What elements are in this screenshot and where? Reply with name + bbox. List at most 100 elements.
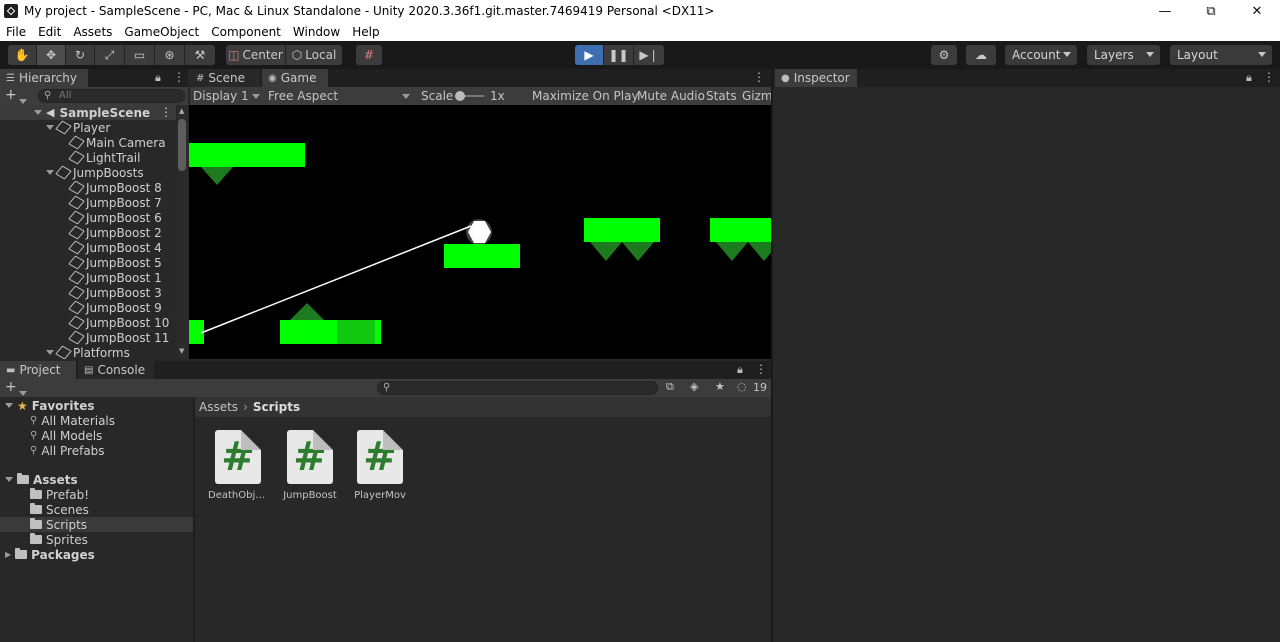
fold-arrow-icon[interactable] [34,110,42,115]
scroll-thumb[interactable] [178,119,186,171]
lock-icon[interactable]: 🔒︎ [737,363,743,377]
hierarchy-item[interactable]: JumpBoost 5 [0,255,162,270]
hand-tool-icon[interactable]: ✋ [8,45,37,65]
hierarchy-search-input[interactable]: ⚲ All [38,89,185,103]
lock-icon[interactable]: 🔒︎ [155,71,161,85]
gizmos-toggle[interactable]: Gizmos [740,87,771,105]
transform-tool-icon[interactable]: ⊛ [155,45,185,65]
folder-item-selected[interactable]: Scripts [0,517,193,532]
pivot-local-button[interactable]: ⬡ Local [286,45,342,65]
folder-item[interactable]: Scenes [0,502,193,517]
project-kebab-icon[interactable]: ⋮ [755,362,767,376]
game-viewport[interactable] [189,105,771,359]
add-icon[interactable]: + [5,87,17,103]
script-asset[interactable]: # JumpBoost [280,430,340,501]
aspect-dropdown[interactable]: Free Aspect [265,87,413,105]
tab-game[interactable]: ◉ Game [262,69,328,87]
hierarchy-item[interactable]: JumpBoost 11 [0,330,169,345]
tab-hierarchy[interactable]: ☰ Hierarchy [0,69,88,87]
menu-assets[interactable]: Assets [67,25,118,39]
step-button-icon[interactable]: ▶❘ [634,45,664,65]
script-asset[interactable]: # PlayerMov [350,430,410,501]
scene-kebab-icon[interactable]: ⋮ [160,105,172,119]
tab-scene[interactable]: # Scene [190,69,260,87]
packages-row[interactable]: ▶ Packages [0,547,95,562]
favorite-star-icon[interactable]: ★ [715,380,725,393]
rotate-tool-icon[interactable]: ↻ [66,45,95,65]
hierarchy-item[interactable]: JumpBoost 8 [0,180,162,195]
hierarchy-item[interactable]: JumpBoost 6 [0,210,162,225]
hierarchy-item[interactable]: JumpBoost 7 [0,195,162,210]
fold-arrow-icon[interactable] [46,125,54,130]
scale-slider-thumb[interactable] [455,91,465,101]
services-gear-icon[interactable]: ⚙ [931,45,957,65]
fold-arrow-icon[interactable] [5,403,13,408]
menu-window[interactable]: Window [287,25,346,39]
rect-tool-icon[interactable]: ▭ [125,45,155,65]
pause-button-icon[interactable]: ❚❚ [604,45,634,65]
scroll-up-icon[interactable]: ▲ [179,107,184,115]
tab-project[interactable]: ▬ Project [0,361,76,379]
breadcrumb-scripts[interactable]: Scripts [253,400,300,414]
hierarchy-item[interactable]: JumpBoost 3 [0,285,162,300]
hierarchy-item[interactable]: Platforms [0,345,130,359]
menu-help[interactable]: Help [346,25,385,39]
play-button-icon[interactable]: ▶ [575,45,604,65]
filter-type-icon[interactable]: ⧉ [666,380,674,394]
scale-tool-icon[interactable]: ⤢ [95,45,125,65]
assets-row[interactable]: Assets [0,472,78,487]
menu-edit[interactable]: Edit [32,25,67,39]
hierarchy-item[interactable]: JumpBoost 9 [0,300,162,315]
folder-item[interactable]: Sprites [0,532,193,547]
minimize-icon[interactable]: — [1142,0,1188,22]
tab-console[interactable]: ▤ Console [78,361,154,379]
stats-toggle[interactable]: Stats [706,89,737,103]
fold-arrow-right-icon[interactable]: ▶ [5,550,11,559]
favorite-item[interactable]: ⚲ All Models [0,428,102,443]
account-dropdown[interactable]: Account [1005,45,1077,65]
fold-arrow-icon[interactable] [46,170,54,175]
menu-component[interactable]: Component [205,25,287,39]
hierarchy-item[interactable]: JumpBoost 1 [0,270,162,285]
hierarchy-item[interactable]: JumpBoost 10 [0,315,169,330]
cloud-icon[interactable]: ☁ [966,45,996,65]
menu-gameobject[interactable]: GameObject [118,25,205,39]
layers-dropdown[interactable]: Layers [1087,45,1160,65]
fold-arrow-icon[interactable] [46,350,54,355]
script-asset[interactable]: # DeathObje... [208,430,268,501]
pivot-center-button[interactable]: ◫ Center [226,45,286,65]
scale-slider[interactable] [455,91,484,101]
lock-icon[interactable]: 🔒︎ [1246,71,1252,85]
project-search-input[interactable]: ⚲ [377,381,658,395]
custom-tool-icon[interactable]: ⚒ [185,45,215,65]
move-tool-icon[interactable]: ✥ [37,45,66,65]
mute-audio-toggle[interactable]: Mute Audio [637,89,705,103]
hierarchy-item[interactable]: JumpBoost 4 [0,240,162,255]
close-icon[interactable]: ✕ [1234,0,1280,22]
kebab-menu-icon[interactable]: ⋮ [173,70,185,84]
menu-file[interactable]: File [0,25,32,39]
favorite-item[interactable]: ⚲ All Prefabs [0,443,105,458]
project-splitter[interactable] [193,397,195,642]
fold-arrow-icon[interactable] [5,477,13,482]
hierarchy-item[interactable]: JumpBoosts [0,165,144,180]
scene-row[interactable]: ◀ SampleScene ⋮ [0,105,176,120]
tab-inspector[interactable]: ● Inspector [775,69,857,87]
maximize-on-play-toggle[interactable]: Maximize On Play [532,89,639,103]
folder-item[interactable]: Prefab! [0,487,193,502]
favorites-row[interactable]: ★ Favorites [0,398,94,413]
layout-dropdown[interactable]: Layout [1170,45,1272,65]
panel-divider[interactable] [771,69,773,642]
maximize-icon[interactable]: ⧉ [1188,0,1234,22]
hierarchy-item[interactable]: JumpBoost 2 [0,225,162,240]
inspector-kebab-icon[interactable]: ⋮ [1263,70,1275,84]
display-dropdown[interactable]: Display 1 [190,87,262,105]
hierarchy-item[interactable]: LightTrail [0,150,140,165]
create-icon[interactable]: + [5,379,17,395]
hidden-packages-icon[interactable]: ◌ [737,380,747,393]
game-kebab-icon[interactable]: ⋮ [753,70,765,84]
filter-label-icon[interactable]: ◈ [690,380,698,393]
hierarchy-item[interactable]: Player [0,120,110,135]
favorite-item[interactable]: ⚲ All Materials [0,413,115,428]
scroll-down-icon[interactable]: ▼ [179,347,184,355]
